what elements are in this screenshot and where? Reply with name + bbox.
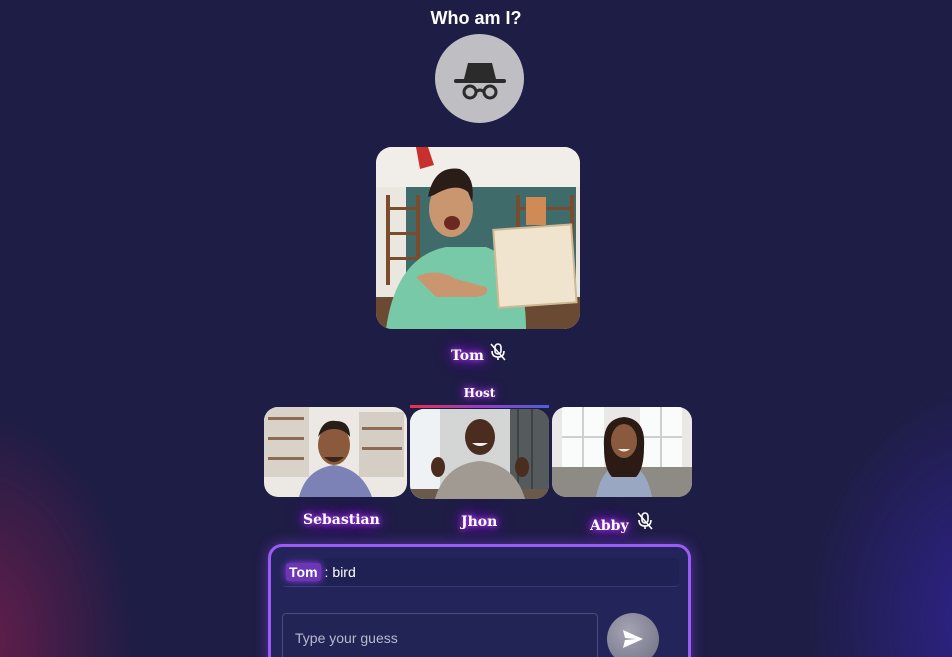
guess-input[interactable] <box>282 613 598 657</box>
message-text: bird <box>332 564 356 580</box>
participant-video-image <box>410 409 549 499</box>
participant-name-abby: Abby <box>590 518 629 534</box>
participant-video-image <box>264 407 407 497</box>
chat-panel: Tom : bird <box>268 544 691 657</box>
participant-tile-sebastian[interactable] <box>264 407 407 497</box>
participant-name-jhon: Jhon <box>461 514 498 530</box>
send-button[interactable] <box>607 613 659 657</box>
host-label: Host <box>463 386 496 400</box>
message-separator: : <box>324 564 329 580</box>
participant-tile-jhon[interactable] <box>410 409 549 499</box>
chat-message: Tom : bird <box>282 558 679 587</box>
participant-video-image <box>552 407 692 497</box>
mic-off-icon <box>490 343 506 361</box>
host-indicator-bar <box>410 405 549 408</box>
incognito-avatar <box>435 34 524 123</box>
mic-off-icon <box>637 512 653 530</box>
participant-tile-abby[interactable] <box>552 407 692 497</box>
featured-name: Tom <box>451 348 484 364</box>
featured-video-tile[interactable] <box>376 147 580 329</box>
send-icon <box>623 630 643 648</box>
participant-name-sebastian: Sebastian <box>303 512 380 528</box>
page-title: Who am I? <box>430 8 522 28</box>
incognito-icon <box>453 62 506 99</box>
featured-video-image <box>376 147 580 329</box>
message-sender: Tom <box>286 563 321 581</box>
